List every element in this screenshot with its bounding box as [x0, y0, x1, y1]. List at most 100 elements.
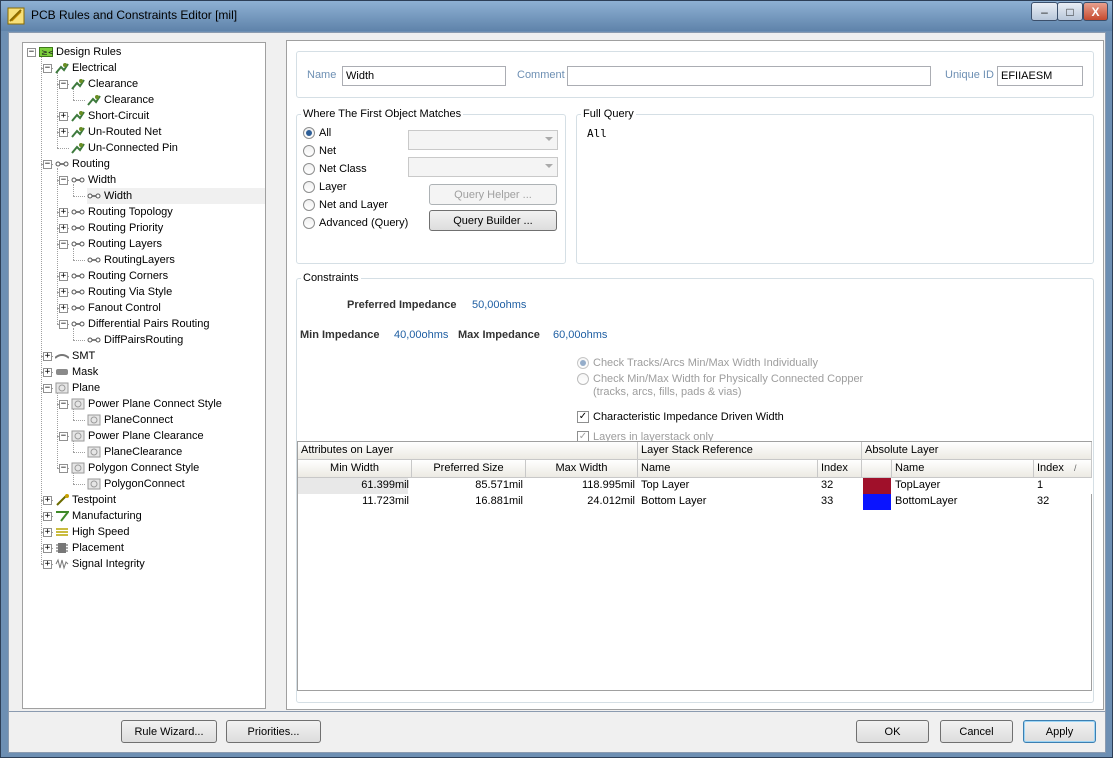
expand-toggle[interactable]: + [43, 368, 52, 377]
tree-node[interactable]: Manufacturing [55, 508, 142, 524]
tree-node[interactable]: Routing Priority [71, 220, 163, 236]
match-option-radio[interactable]: Layer [303, 181, 347, 193]
tree-node[interactable]: Testpoint [55, 492, 116, 508]
tree-node[interactable]: High Speed [55, 524, 130, 540]
collapse-toggle[interactable]: − [59, 320, 68, 329]
collapse-toggle[interactable]: − [59, 80, 68, 89]
tree-node[interactable]: ≥<Design Rules [39, 44, 121, 60]
collapse-toggle[interactable]: − [43, 64, 52, 73]
minimize-button[interactable]: – [1031, 2, 1058, 21]
expand-toggle[interactable]: + [59, 288, 68, 297]
title-bar[interactable]: PCB Rules and Constraints Editor [mil] –… [1, 1, 1112, 31]
expand-toggle[interactable]: + [43, 560, 52, 569]
tree-node[interactable]: Plane [55, 380, 100, 396]
unique-id-field[interactable] [997, 66, 1083, 86]
tree-node[interactable]: Signal Integrity [55, 556, 145, 572]
ok-button[interactable]: OK [856, 720, 929, 743]
rule-wizard-button[interactable]: Rule Wizard... [121, 720, 217, 743]
tree-node[interactable]: Placement [55, 540, 124, 556]
tree-node[interactable]: Short-Circuit [71, 108, 149, 124]
expand-toggle[interactable]: + [59, 224, 68, 233]
priorities-button[interactable]: Priorities... [226, 720, 321, 743]
impedance-driven-checkbox[interactable]: ✓ Characteristic Impedance Driven Width [577, 411, 784, 423]
collapse-toggle[interactable]: − [59, 240, 68, 249]
tree-node-label: Clearance [88, 78, 139, 90]
tree-node[interactable]: DiffPairsRouting [87, 332, 183, 348]
group-header-layerstack[interactable]: Layer Stack Reference [638, 442, 862, 460]
full-query-text[interactable]: All [587, 127, 607, 140]
name-field[interactable] [342, 66, 506, 86]
collapse-toggle[interactable]: − [59, 176, 68, 185]
collapse-toggle[interactable]: − [27, 48, 36, 57]
collapse-toggle[interactable]: − [43, 384, 52, 393]
table-cell: 32 [1037, 495, 1050, 507]
max-impedance-value[interactable]: 60,00ohms [553, 329, 607, 341]
col-min-width[interactable]: Min Width [298, 460, 412, 478]
min-impedance-value[interactable]: 40,00ohms [394, 329, 448, 341]
tree-node[interactable]: Width [71, 172, 116, 188]
tree-node[interactable]: Routing [55, 156, 110, 172]
tree-node[interactable]: Routing Via Style [71, 284, 172, 300]
tree-node[interactable]: Clearance [87, 92, 154, 108]
tree-node[interactable]: Un-Routed Net [71, 124, 161, 140]
collapse-toggle[interactable]: − [59, 464, 68, 473]
tree-node[interactable]: Un-Connected Pin [71, 140, 178, 156]
collapse-toggle[interactable]: − [59, 400, 68, 409]
collapse-toggle[interactable]: − [59, 432, 68, 441]
col-abs-name[interactable]: Name [892, 460, 1034, 478]
match-option-radio[interactable]: Net [303, 145, 336, 157]
expand-toggle[interactable]: + [59, 208, 68, 217]
tree-node[interactable]: RoutingLayers [87, 252, 175, 268]
tree-node[interactable]: Electrical [55, 60, 117, 76]
tree-node[interactable]: Differential Pairs Routing [71, 316, 209, 332]
layer-attributes-grid[interactable]: Attributes on Layer Layer Stack Reference… [297, 441, 1092, 691]
comment-field[interactable] [567, 66, 931, 86]
tree-node[interactable]: Clearance [71, 76, 138, 92]
query-builder-button[interactable]: Query Builder ... [429, 210, 557, 231]
match-option-radio[interactable]: Net and Layer [303, 199, 388, 211]
col-ls-name[interactable]: Name [638, 460, 818, 478]
tree-node[interactable]: PolygonConnect [87, 476, 185, 492]
match-option-radio[interactable]: Net Class [303, 163, 367, 175]
collapse-toggle[interactable]: − [43, 160, 52, 169]
col-color[interactable] [862, 460, 892, 478]
expand-toggle[interactable]: + [43, 352, 52, 361]
tree-node[interactable]: Routing Topology [71, 204, 173, 220]
expand-toggle[interactable]: + [43, 496, 52, 505]
full-query-group: Full Query All [576, 108, 1094, 264]
cancel-button[interactable]: Cancel [940, 720, 1013, 743]
col-max-width[interactable]: Max Width [526, 460, 638, 478]
expand-toggle[interactable]: + [43, 528, 52, 537]
col-ls-index[interactable]: Index [818, 460, 862, 478]
maximize-button[interactable]: □ [1057, 2, 1083, 21]
rules-tree[interactable]: −≥<Design Rules−Electrical−ClearanceClea… [22, 42, 266, 709]
tree-node[interactable]: PlaneClearance [87, 444, 182, 460]
close-button[interactable]: X [1083, 2, 1108, 21]
expand-toggle[interactable]: + [59, 128, 68, 137]
tree-node[interactable]: Power Plane Clearance [71, 428, 204, 444]
apply-button[interactable]: Apply [1023, 720, 1096, 743]
group-header-absolute[interactable]: Absolute Layer [862, 442, 1092, 460]
expand-toggle[interactable]: + [59, 272, 68, 281]
match-option-radio[interactable]: Advanced (Query) [303, 217, 408, 229]
group-header-attributes[interactable]: Attributes on Layer [298, 442, 638, 460]
expand-toggle[interactable]: + [59, 304, 68, 313]
plane-icon [55, 382, 69, 394]
expand-toggle[interactable]: + [59, 112, 68, 121]
tree-node[interactable]: Mask [55, 364, 98, 380]
tree-node[interactable]: Polygon Connect Style [71, 460, 199, 476]
col-preferred-size[interactable]: Preferred Size [412, 460, 526, 478]
expand-toggle[interactable]: + [43, 544, 52, 553]
tree-node[interactable]: Width [87, 188, 265, 204]
tree-node[interactable]: Routing Layers [71, 236, 162, 252]
match-option-radio[interactable]: All [303, 127, 331, 139]
tree-node[interactable]: PlaneConnect [87, 412, 173, 428]
tree-node[interactable]: Routing Corners [71, 268, 168, 284]
tree-node[interactable]: SMT [54, 348, 95, 364]
col-abs-index[interactable]: Index [1034, 460, 1092, 478]
expand-toggle[interactable]: + [43, 512, 52, 521]
tree-node[interactable]: Fanout Control [71, 300, 161, 316]
tree-node[interactable]: Power Plane Connect Style [71, 396, 222, 412]
preferred-impedance-value[interactable]: 50,00ohms [472, 299, 526, 311]
table-cell: Top Layer [641, 479, 690, 491]
